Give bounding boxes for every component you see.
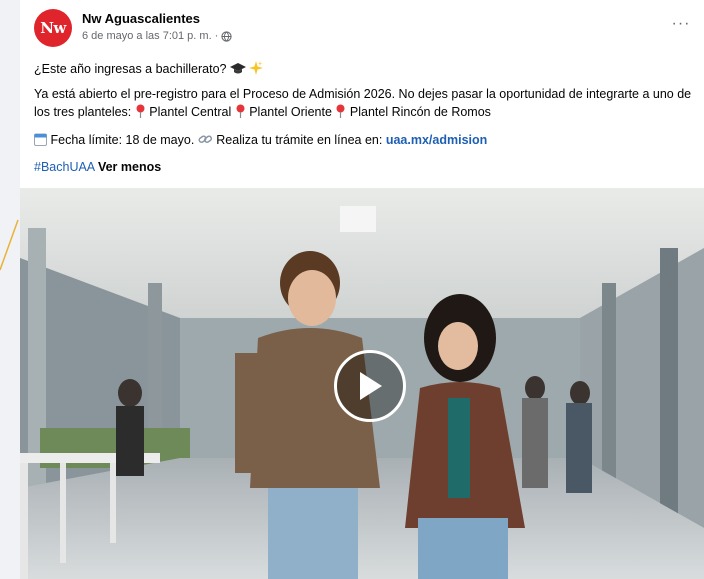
round-pushpin-icon <box>236 104 245 118</box>
decorative-line <box>0 219 19 271</box>
round-pushpin-icon <box>336 104 345 118</box>
page-avatar[interactable]: Nw <box>34 9 72 47</box>
post-line-question: ¿Este año ingresas a bachillerato? <box>34 60 264 78</box>
link-icon <box>198 135 212 143</box>
more-options-button[interactable]: ··· <box>668 14 694 34</box>
post-paragraph-admission: Ya está abierto el pre-registro para el … <box>34 85 698 121</box>
admission-link[interactable]: uaa.mx/admision <box>386 133 487 147</box>
deadline-text: Fecha límite: 18 de mayo. <box>50 133 195 147</box>
page-name-link[interactable]: Nw Aguascalientes <box>82 11 200 26</box>
campus-central: Plantel Central <box>149 105 232 119</box>
facebook-post-card: Nw Nw Aguascalientes 6 de mayo a las 7:0… <box>20 0 704 579</box>
post-meta: 6 de mayo a las 7:01 p. m. · <box>82 30 232 42</box>
graduation-cap-icon <box>229 63 246 74</box>
round-pushpin-icon <box>136 104 145 118</box>
video-player[interactable] <box>20 188 704 579</box>
post-line-deadline: Fecha límite: 18 de mayo. Realiza tu trá… <box>34 131 487 149</box>
question-text: ¿Este año ingresas a bachillerato? <box>34 62 227 76</box>
online-text: Realiza tu trámite en línea en: <box>216 133 383 147</box>
post-line-hashtag: #BachUAA Ver menos <box>34 158 161 176</box>
post-timestamp[interactable]: 6 de mayo a las 7:01 p. m. · <box>82 30 218 42</box>
globe-icon <box>221 30 232 42</box>
campus-rincon-de-romos: Plantel Rincón de Romos <box>349 105 491 119</box>
sparkles-icon <box>249 61 264 75</box>
play-button[interactable] <box>334 350 406 422</box>
play-icon <box>360 372 382 400</box>
calendar-icon <box>34 133 47 146</box>
post-header: Nw Nw Aguascalientes 6 de mayo a las 7:0… <box>34 8 694 50</box>
avatar-logo-text: Nw <box>40 19 66 37</box>
see-less-button[interactable]: Ver menos <box>98 160 161 174</box>
hashtag-link[interactable]: #BachUAA <box>34 160 94 174</box>
campus-oriente: Plantel Oriente <box>249 105 332 119</box>
